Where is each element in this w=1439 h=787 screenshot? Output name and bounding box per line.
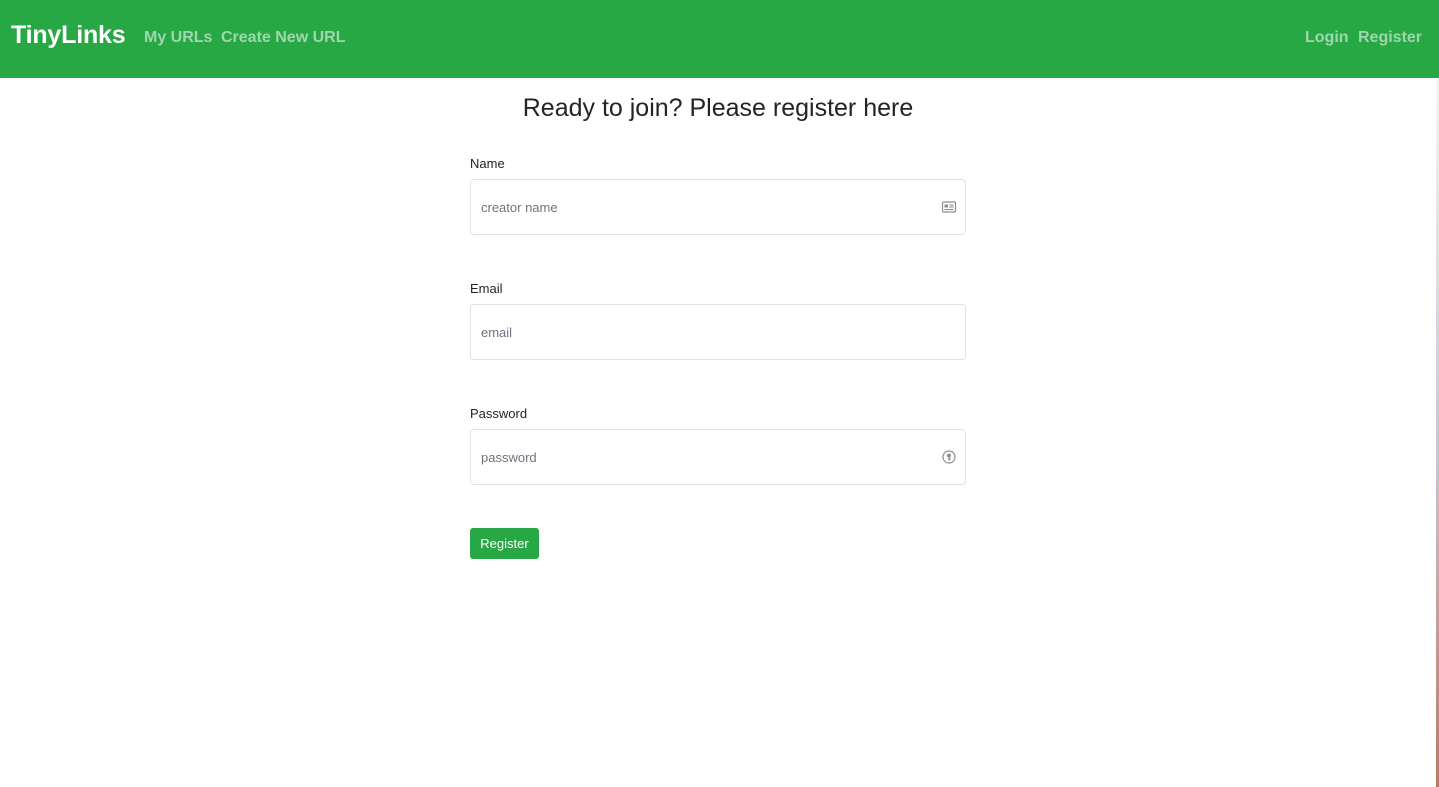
nav-register-link[interactable]: Register	[1358, 28, 1422, 48]
nav-create-new-url-link[interactable]: Create New URL	[221, 28, 345, 48]
email-field-wrapper	[470, 304, 966, 360]
brand-logo-link[interactable]: TinyLinks	[11, 19, 126, 51]
name-label: Name	[470, 156, 505, 171]
email-input[interactable]	[470, 304, 966, 360]
password-key-icon[interactable]	[941, 449, 957, 465]
name-input[interactable]	[470, 179, 966, 235]
password-input[interactable]	[470, 429, 966, 485]
nav-login-link[interactable]: Login	[1305, 28, 1349, 48]
name-field-wrapper	[470, 179, 966, 235]
top-navbar: TinyLinks My URLs Create New URL Login R…	[0, 0, 1439, 78]
register-submit-button[interactable]: Register	[470, 528, 539, 559]
contact-card-icon[interactable]	[941, 199, 957, 215]
nav-my-urls-link[interactable]: My URLs	[144, 28, 212, 48]
password-field-wrapper	[470, 429, 966, 485]
page-title: Ready to join? Please register here	[522, 94, 914, 122]
password-label: Password	[470, 406, 528, 421]
email-label: Email	[470, 281, 503, 296]
